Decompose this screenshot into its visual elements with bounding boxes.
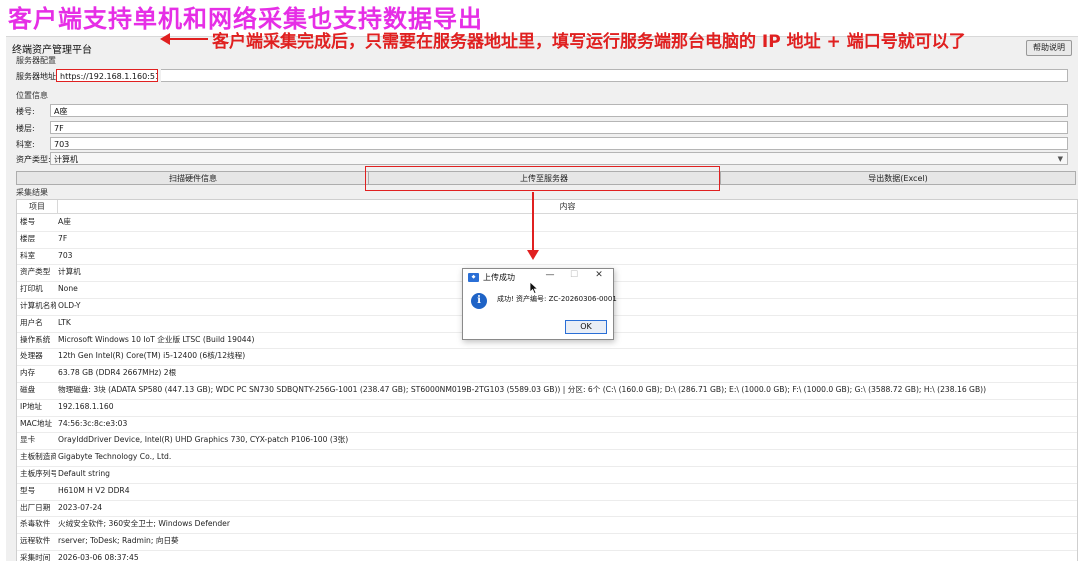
- annotation-arrow-line: [166, 38, 208, 40]
- row-content-cell: 74:56:3c:8c:e3:03: [58, 418, 128, 428]
- table-row: 出厂日期 2023-07-24: [17, 500, 1077, 518]
- server-config-section-label: 服务器配置: [16, 56, 56, 65]
- row-item-cell: 杀毒软件: [20, 519, 51, 529]
- row-item-cell: 主板序列号: [20, 469, 56, 478]
- server-address-input[interactable]: https://192.168.1.160:51710: [56, 69, 158, 82]
- app-icon: ◆: [468, 273, 479, 282]
- row-item-cell: 主板制造商: [20, 452, 56, 462]
- room-label: 科室:: [16, 140, 35, 149]
- row-item-cell: 内存: [20, 368, 36, 378]
- table-row: 采集时间 2026-03-06 08:37:45: [17, 550, 1077, 561]
- information-icon: i: [471, 293, 487, 309]
- scan-hardware-button[interactable]: 扫描硬件信息: [16, 171, 370, 185]
- export-excel-button[interactable]: 导出数据(Excel): [720, 171, 1076, 185]
- ok-button[interactable]: OK: [565, 320, 607, 334]
- table-row: 型号 H610M H V2 DDR4: [17, 483, 1077, 501]
- upload-arrow-down-icon: [527, 250, 539, 260]
- row-item-cell: 楼层: [20, 233, 36, 243]
- row-item-cell: 磁盘: [20, 385, 36, 394]
- dialog-message: 成功! 资产编号: ZC-20260306-0001: [497, 295, 617, 303]
- row-content-cell: 703: [58, 250, 73, 260]
- floor-input[interactable]: 7F: [50, 121, 1068, 134]
- row-item-cell: 远程软件: [20, 536, 51, 546]
- row-content-cell: rserver; ToDesk; Radmin; 向日葵: [58, 536, 179, 546]
- location-section-label: 位置信息: [16, 91, 48, 100]
- row-item-cell: 计算机名称: [20, 301, 56, 310]
- row-item-cell: 采集时间: [20, 553, 51, 561]
- table-row: 主板制造商 Gigabyte Technology Co., Ltd.: [17, 449, 1077, 467]
- row-content-cell: 火绒安全软件; 360安全卫士; Windows Defender: [58, 519, 230, 529]
- row-content-cell: 2023-07-24: [58, 502, 103, 512]
- row-item-cell: 处理器: [20, 351, 43, 361]
- maximize-icon: ☐: [569, 270, 579, 280]
- row-item-cell: 用户名: [20, 317, 43, 327]
- row-item-cell: 型号: [20, 485, 36, 495]
- row-content-cell: Gigabyte Technology Co., Ltd.: [58, 452, 172, 462]
- dialog-title: 上传成功: [483, 273, 515, 282]
- row-item-cell: IP地址: [20, 401, 43, 411]
- column-header-item: 项目: [17, 200, 58, 213]
- asset-type-label: 资产类型:: [16, 155, 51, 164]
- asset-type-select[interactable]: 计算机 ▼: [50, 152, 1068, 165]
- upload-success-dialog: ◆ 上传成功 — ☐ ✕ i 成功! 资产编号: ZC-20260306-000…: [462, 268, 617, 340]
- row-item-cell: 操作系统: [20, 334, 51, 344]
- building-input[interactable]: A座: [50, 104, 1068, 117]
- table-row: 磁盘 物理磁盘: 3块 (ADATA SP580 (447.13 GB); WDC…: [17, 382, 1077, 400]
- floor-label: 楼层:: [16, 124, 35, 133]
- annotation-text: 客户端采集完成后，只需要在服务器地址里，填写运行服务端那台电脑的 IP 地址 +…: [212, 32, 966, 52]
- server-address-input-extension[interactable]: [161, 69, 1068, 82]
- building-label: 楼号:: [16, 107, 35, 116]
- row-content-cell: Default string: [58, 469, 110, 478]
- row-content-cell: 2026-03-06 08:37:45: [58, 553, 139, 561]
- table-row: 楼层 7F: [17, 231, 1077, 249]
- mouse-cursor-icon: [529, 281, 539, 295]
- minimize-icon[interactable]: —: [543, 270, 557, 280]
- row-item-cell: 楼号: [20, 217, 36, 226]
- row-content-cell: 物理磁盘: 3块 (ADATA SP580 (447.13 GB); WDC P…: [58, 385, 987, 394]
- row-content-cell: 7F: [58, 233, 68, 243]
- app-title: 终端资产管理平台: [12, 45, 92, 56]
- results-table-header: 项目 内容: [17, 200, 1077, 214]
- table-row: 主板序列号 Default string: [17, 466, 1077, 484]
- server-address-label: 服务器地址:: [16, 72, 59, 81]
- chevron-down-icon: ▼: [1057, 155, 1063, 163]
- table-row: 杀毒软件 火绒安全软件; 360安全卫士; Windows Defender: [17, 516, 1077, 535]
- row-content-cell: 192.168.1.160: [58, 401, 114, 411]
- row-content-cell: H610M H V2 DDR4: [58, 485, 130, 495]
- row-item-cell: 显卡: [20, 435, 36, 445]
- row-item-cell: 资产类型: [20, 267, 51, 277]
- column-header-content: 内容: [559, 202, 576, 211]
- table-row: 显卡 OrayIddDriver Device, Intel(R) UHD Gra…: [17, 432, 1077, 451]
- help-button[interactable]: 帮助说明: [1026, 40, 1072, 56]
- results-section-label: 采集结果: [16, 188, 48, 197]
- row-item-cell: 打印机: [20, 284, 43, 294]
- row-content-cell: 12th Gen Intel(R) Core(TM) i5-12400 (6核/…: [58, 351, 246, 361]
- asset-type-selected-value: 计算机: [54, 155, 78, 164]
- table-row: MAC地址 74:56:3c:8c:e3:03: [17, 416, 1077, 434]
- table-row: 楼号 A座: [17, 214, 1077, 232]
- table-row: 远程软件 rserver; ToDesk; Radmin; 向日葵: [17, 533, 1077, 551]
- row-item-cell: MAC地址: [20, 418, 53, 428]
- table-row: 内存 63.78 GB (DDR4 2667MHz) 2根: [17, 365, 1077, 383]
- upload-highlight-box: [365, 166, 720, 191]
- row-item-cell: 科室: [20, 250, 36, 260]
- results-table: 项目 内容 楼号 A座 楼层 7F 科室 703 资产类型 计算机 打印机 None 计算机名称 OL…: [16, 199, 1078, 561]
- row-content-cell: 63.78 GB (DDR4 2667MHz) 2根: [58, 368, 177, 378]
- table-row: 科室 703: [17, 248, 1077, 266]
- annotation-arrow-left-icon: [160, 33, 170, 45]
- row-content-cell: OrayIddDriver Device, Intel(R) UHD Graph…: [58, 435, 349, 445]
- close-icon[interactable]: ✕: [592, 270, 606, 280]
- table-row: 处理器 12th Gen Intel(R) Core(TM) i5-12400 (…: [17, 348, 1077, 367]
- table-row: IP地址 192.168.1.160: [17, 399, 1077, 417]
- row-item-cell: 出厂日期: [20, 502, 51, 512]
- row-content-cell: A座: [58, 217, 71, 226]
- upload-arrow-line: [532, 192, 534, 254]
- room-input[interactable]: 703: [50, 137, 1068, 150]
